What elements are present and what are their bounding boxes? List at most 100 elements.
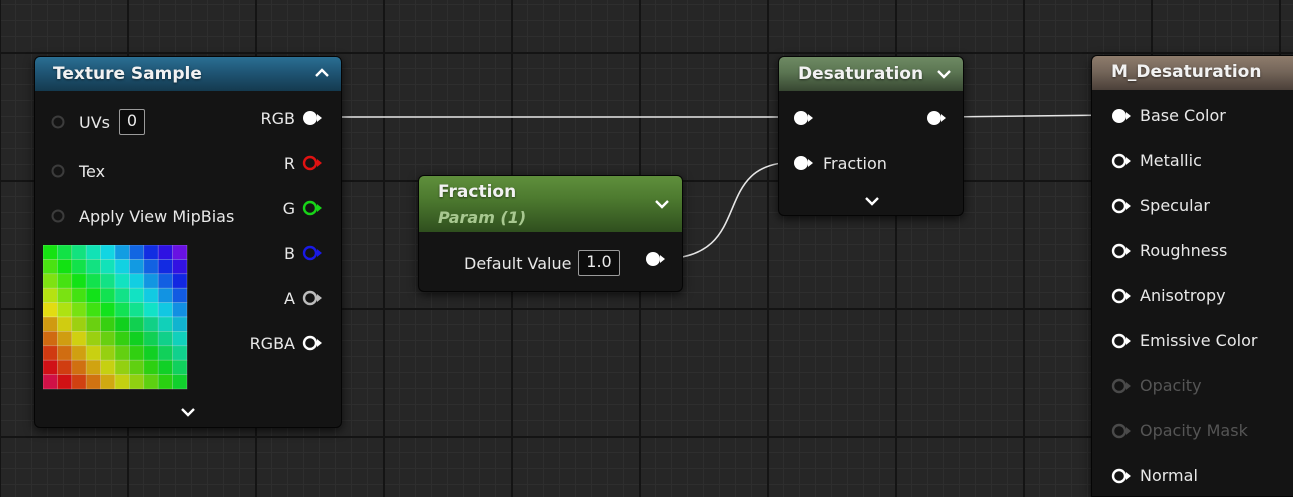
default-value-label: Default Value <box>464 254 572 273</box>
preview-cell <box>172 259 188 275</box>
preview-cell <box>172 345 188 361</box>
preview-cell <box>157 287 173 303</box>
preview-cell <box>71 302 87 318</box>
preview-cell <box>85 345 101 361</box>
material-input-pin[interactable] <box>1110 107 1132 125</box>
apply-view-mipbias-label: Apply View MipBias <box>79 207 235 226</box>
material-input-pin[interactable] <box>1110 377 1132 395</box>
preview-cell <box>143 302 159 318</box>
texture-sample-header[interactable]: Texture Sample <box>35 57 341 91</box>
apply-view-mipbias-input-pin[interactable] <box>50 208 66 224</box>
preview-cell <box>114 302 130 318</box>
preview-cell <box>172 302 188 318</box>
preview-cell <box>129 273 145 289</box>
preview-cell <box>172 273 188 289</box>
preview-cell <box>114 273 130 289</box>
preview-cell <box>143 273 159 289</box>
fraction-input-pin[interactable] <box>792 154 814 172</box>
chevron-down-icon[interactable] <box>653 195 671 213</box>
preview-cell <box>71 374 87 390</box>
material-input-pin[interactable] <box>1110 152 1132 170</box>
rgba-output-pin[interactable] <box>301 334 323 352</box>
preview-cell <box>172 331 188 347</box>
preview-cell <box>129 245 145 260</box>
preview-cell <box>143 331 159 347</box>
a-output-pin[interactable] <box>301 289 323 307</box>
material-input-pin[interactable] <box>1110 197 1132 215</box>
preview-cell <box>57 273 73 289</box>
texture-preview-thumbnail <box>43 245 188 390</box>
chevron-down-icon[interactable] <box>863 192 881 210</box>
preview-cell <box>129 287 145 303</box>
uvs-value-field[interactable]: 0 <box>119 109 145 135</box>
texture-sample-node[interactable]: Texture Sample UVs 0 Tex Apply View MipB… <box>34 56 342 428</box>
preview-cell <box>71 345 87 361</box>
preview-cell <box>71 287 87 303</box>
preview-cell <box>129 345 145 361</box>
preview-cell <box>114 245 130 260</box>
preview-cell <box>114 374 130 390</box>
material-input-label: Metallic <box>1140 151 1202 170</box>
preview-cell <box>85 245 101 260</box>
preview-cell <box>143 259 159 275</box>
result-output-pin[interactable] <box>925 109 947 127</box>
uvs-input-pin[interactable] <box>50 114 66 130</box>
preview-cell <box>57 316 73 332</box>
chevron-up-icon[interactable] <box>313 64 331 82</box>
preview-cell <box>57 374 73 390</box>
material-result-header[interactable]: M_Desaturation <box>1092 56 1293 90</box>
preview-cell <box>172 245 188 260</box>
material-input-pin[interactable] <box>1110 422 1132 440</box>
material-input-pin[interactable] <box>1110 467 1132 485</box>
preview-cell <box>43 302 58 318</box>
preview-cell <box>129 359 145 375</box>
preview-cell <box>157 302 173 318</box>
preview-cell <box>71 245 87 260</box>
fraction-param-node[interactable]: Fraction Param (1) Default Value 1.0 <box>418 175 683 292</box>
preview-cell <box>100 259 116 275</box>
material-input-label: Normal <box>1140 466 1198 485</box>
default-value-field[interactable]: 1.0 <box>578 250 620 276</box>
preview-cell <box>71 259 87 275</box>
preview-cell <box>71 331 87 347</box>
preview-cell <box>129 331 145 347</box>
uvs-label: UVs <box>79 113 110 132</box>
a-output-label: A <box>284 289 295 308</box>
material-input-pin[interactable] <box>1110 242 1132 260</box>
b-output-pin[interactable] <box>301 244 323 262</box>
preview-cell <box>100 345 116 361</box>
desaturation-node[interactable]: Desaturation Fraction <box>778 56 964 216</box>
preview-cell <box>172 374 188 390</box>
preview-cell <box>172 316 188 332</box>
preview-cell <box>100 374 116 390</box>
material-input-pin[interactable] <box>1110 287 1132 305</box>
preview-cell <box>71 316 87 332</box>
preview-cell <box>157 345 173 361</box>
material-result-node[interactable]: M_Desaturation Base Color Metallic Specula… <box>1091 55 1293 497</box>
r-output-label: R <box>283 154 295 173</box>
preview-cell <box>57 302 73 318</box>
preview-cell <box>43 359 58 375</box>
chevron-down-icon[interactable] <box>179 403 197 421</box>
preview-cell <box>43 273 58 289</box>
material-input-label: Base Color <box>1140 106 1226 125</box>
g-output-pin[interactable] <box>301 199 323 217</box>
r-output-pin[interactable] <box>301 154 323 172</box>
preview-cell <box>100 302 116 318</box>
node-subtitle: Param (1) <box>438 208 527 227</box>
preview-cell <box>129 302 145 318</box>
fraction-output-pin[interactable] <box>644 250 666 268</box>
input-pin[interactable] <box>792 109 814 127</box>
preview-cell <box>100 316 116 332</box>
fraction-param-header[interactable]: Fraction Param (1) <box>419 176 682 232</box>
preview-cell <box>114 316 130 332</box>
material-input-pin[interactable] <box>1110 332 1132 350</box>
rgb-output-pin[interactable] <box>301 109 323 127</box>
preview-cell <box>172 287 188 303</box>
tex-input-pin[interactable] <box>50 163 66 179</box>
preview-cell <box>157 374 173 390</box>
chevron-down-icon[interactable] <box>935 65 953 83</box>
desaturation-header[interactable]: Desaturation <box>779 57 963 91</box>
wire-desaturation-to-base-color[interactable] <box>940 114 1114 118</box>
preview-cell <box>100 287 116 303</box>
